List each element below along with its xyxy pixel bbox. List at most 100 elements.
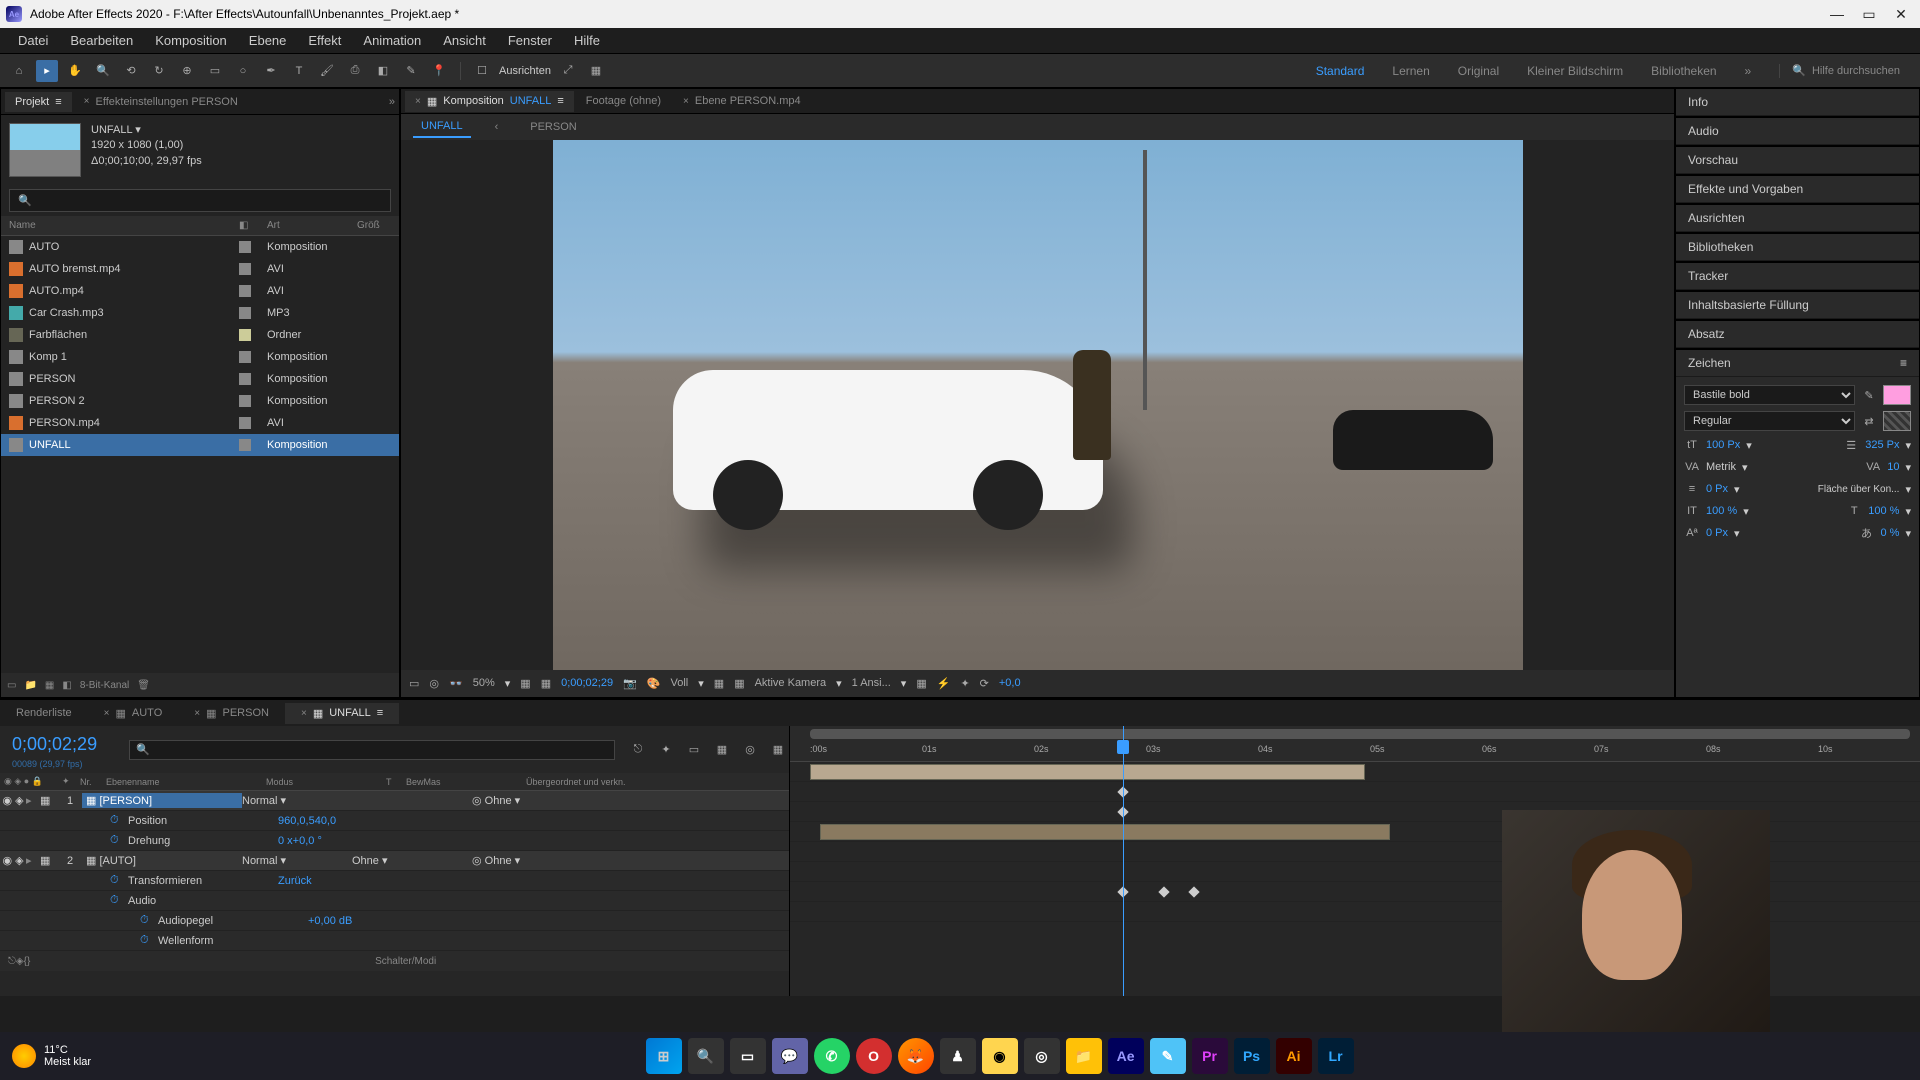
- playhead[interactable]: [1123, 726, 1124, 996]
- viewer-timecode[interactable]: 0;00;02;29: [561, 677, 613, 689]
- snap-grid-icon[interactable]: ▦: [585, 60, 607, 82]
- app-icon-2[interactable]: ◉: [982, 1038, 1018, 1074]
- premiere-icon[interactable]: Pr: [1192, 1038, 1228, 1074]
- panel-preview[interactable]: Vorschau: [1676, 147, 1919, 174]
- vscale-value[interactable]: 100 %: [1706, 505, 1737, 517]
- app-icon-1[interactable]: ♟: [940, 1038, 976, 1074]
- zoom-tool[interactable]: 🔍: [92, 60, 114, 82]
- rect-tool[interactable]: ▭: [204, 60, 226, 82]
- workspace-kleiner[interactable]: Kleiner Bildschirm: [1527, 64, 1623, 78]
- camera-select[interactable]: Aktive Kamera: [755, 677, 827, 689]
- project-item[interactable]: AUTO bremst.mp4AVI: [1, 258, 399, 280]
- tl-tool-6[interactable]: ▦: [767, 739, 789, 761]
- brush-tool[interactable]: 🖌: [316, 60, 338, 82]
- stroke-value[interactable]: 0 Px: [1706, 483, 1728, 495]
- workspace-bibliotheken[interactable]: Bibliotheken: [1651, 64, 1716, 78]
- project-item[interactable]: PERSONKomposition: [1, 368, 399, 390]
- mask-icon[interactable]: 👓: [449, 677, 463, 690]
- tl-tab-render[interactable]: Renderliste: [0, 703, 88, 723]
- panel-libraries[interactable]: Bibliotheken: [1676, 234, 1919, 261]
- help-search[interactable]: 🔍 Hilfe durchsuchen: [1779, 64, 1900, 78]
- stroke-opt[interactable]: Fläche über Kon...: [1818, 484, 1900, 495]
- lightroom-icon[interactable]: Lr: [1318, 1038, 1354, 1074]
- pen-tool[interactable]: ✒: [260, 60, 282, 82]
- tsume-value[interactable]: 0 %: [1881, 527, 1900, 539]
- tl-toggle-1[interactable]: ⎋: [8, 956, 16, 967]
- workspace-original[interactable]: Original: [1458, 64, 1499, 78]
- tl-tab-auto[interactable]: × ▦ AUTO: [88, 703, 179, 724]
- clip-person[interactable]: [810, 764, 1365, 780]
- menu-bearbeiten[interactable]: Bearbeiten: [60, 29, 143, 52]
- panel-paragraph[interactable]: Absatz: [1676, 321, 1919, 348]
- snap-opt-icon[interactable]: ⤢: [557, 60, 579, 82]
- project-item[interactable]: UNFALLKomposition: [1, 434, 399, 456]
- illustrator-icon[interactable]: Ai: [1276, 1038, 1312, 1074]
- tracking-value[interactable]: 10: [1887, 461, 1899, 473]
- keyframe[interactable]: [1158, 886, 1169, 897]
- exposure-value[interactable]: +0,0: [999, 677, 1021, 689]
- timeline-search[interactable]: 🔍: [129, 740, 615, 760]
- menu-effekt[interactable]: Effekt: [298, 29, 351, 52]
- timeline-property[interactable]: ⏱Wellenform: [0, 931, 789, 951]
- tab-effect-controls[interactable]: ×Effekteinstellungen PERSON: [74, 92, 248, 112]
- tab-layer[interactable]: ×Ebene PERSON.mp4: [673, 91, 811, 111]
- trash-icon[interactable]: 🗑: [137, 680, 150, 691]
- project-item[interactable]: Car Crash.mp3MP3: [1, 302, 399, 324]
- panel-info[interactable]: Info: [1676, 89, 1919, 116]
- 3d-icon[interactable]: ✦: [960, 677, 969, 690]
- start-button[interactable]: ⊞: [646, 1038, 682, 1074]
- close-button[interactable]: ✕: [1894, 6, 1908, 23]
- swap-icon[interactable]: ⇄: [1861, 413, 1877, 429]
- res-select[interactable]: Voll: [671, 677, 689, 689]
- timeline-property[interactable]: ⏱Drehung0 x+0,0 °: [0, 831, 789, 851]
- orbit-tool[interactable]: ⟲: [120, 60, 142, 82]
- weather-widget[interactable]: 11°C Meist klar: [12, 1044, 91, 1068]
- roto-tool[interactable]: ✎: [400, 60, 422, 82]
- eyedropper-icon[interactable]: ✎: [1861, 387, 1877, 403]
- tl-tab-unfall[interactable]: × ▦ UNFALL ≡: [285, 703, 399, 724]
- channel-icon[interactable]: ◎: [429, 677, 439, 690]
- project-item[interactable]: AUTO.mp4AVI: [1, 280, 399, 302]
- project-item[interactable]: AUTOKomposition: [1, 236, 399, 258]
- menu-datei[interactable]: Datei: [8, 29, 58, 52]
- keyframe[interactable]: [1188, 886, 1199, 897]
- timeline-timecode[interactable]: 0;00;02;29: [0, 730, 109, 759]
- puppet-tool[interactable]: 📍: [428, 60, 450, 82]
- project-item[interactable]: Komp 1Komposition: [1, 346, 399, 368]
- anchor-tool[interactable]: ⊕: [176, 60, 198, 82]
- project-item[interactable]: PERSON.mp4AVI: [1, 412, 399, 434]
- alpha-icon[interactable]: ▭: [409, 677, 419, 690]
- tl-tool-2[interactable]: ✦: [655, 739, 677, 761]
- color-icon[interactable]: 🎨: [647, 677, 661, 690]
- tab-project[interactable]: Projekt ≡: [5, 92, 72, 112]
- menu-ebene[interactable]: Ebene: [239, 29, 297, 52]
- tab-footage[interactable]: Footage (ohne): [576, 91, 671, 111]
- photoshop-icon[interactable]: Ps: [1234, 1038, 1270, 1074]
- grid-icon[interactable]: ▦: [714, 677, 724, 690]
- aftereffects-icon[interactable]: Ae: [1108, 1038, 1144, 1074]
- res-icon[interactable]: ▦: [520, 677, 530, 690]
- tl-footer-label[interactable]: Schalter/Modi: [375, 956, 436, 967]
- tl-tool-3[interactable]: ▭: [683, 739, 705, 761]
- selection-tool[interactable]: ▸: [36, 60, 58, 82]
- adjust-icon[interactable]: ◧: [62, 680, 71, 691]
- menu-animation[interactable]: Animation: [353, 29, 431, 52]
- time-ruler[interactable]: :00s01s02s03s04s05s06s07s08s10s: [790, 726, 1920, 762]
- workspace-more[interactable]: »: [1745, 64, 1752, 78]
- firefox-icon[interactable]: 🦊: [898, 1038, 934, 1074]
- menu-hilfe[interactable]: Hilfe: [564, 29, 610, 52]
- tl-tool-5[interactable]: ◎: [739, 739, 761, 761]
- tl-toggle-2[interactable]: ◈: [16, 956, 24, 967]
- maximize-button[interactable]: ▭: [1862, 6, 1876, 23]
- timeline-property[interactable]: ⏱Position960,0,540,0: [0, 811, 789, 831]
- viewer-area[interactable]: [401, 140, 1674, 670]
- hscale-value[interactable]: 100 %: [1868, 505, 1899, 517]
- folder-icon[interactable]: 📁: [24, 680, 36, 691]
- teams-icon[interactable]: 💬: [772, 1038, 808, 1074]
- font-family-select[interactable]: Bastile bold: [1684, 385, 1855, 405]
- interpret-icon[interactable]: ▭: [7, 680, 16, 691]
- tl-tool-1[interactable]: ⎋: [627, 739, 649, 761]
- leading-value[interactable]: 325 Px: [1865, 439, 1899, 451]
- stroke-color-swatch[interactable]: [1883, 411, 1911, 431]
- fast-icon[interactable]: ⚡: [937, 677, 951, 690]
